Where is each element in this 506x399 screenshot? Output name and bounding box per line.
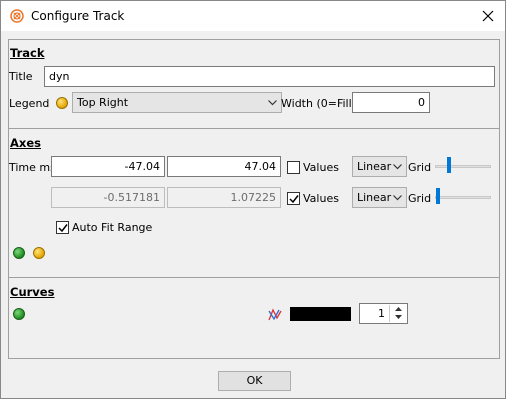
x-axis-label: Time ms xyxy=(9,161,56,174)
x-grid-label: Grid xyxy=(408,161,432,174)
x-grid-slider-track xyxy=(435,165,491,168)
track-section-title: Track xyxy=(10,46,45,60)
auto-fit-label: Auto Fit Range xyxy=(72,221,153,234)
x-min-input[interactable]: -47.04 xyxy=(51,156,165,177)
y-min-input[interactable]: -0.517181 xyxy=(51,187,165,208)
line-width-value: 1 xyxy=(378,307,385,320)
configure-track-dialog: Configure Track Track Title dyn Legend T… xyxy=(0,0,506,399)
track-divider xyxy=(9,128,499,129)
width-label: Width (0=Fill) xyxy=(281,97,356,110)
width-input[interactable]: 0 xyxy=(352,92,430,113)
x-scale-select[interactable]: Linear xyxy=(352,156,407,177)
y-values-label: Values xyxy=(303,192,339,205)
target-icon xyxy=(10,9,24,23)
x-scale-value: Linear xyxy=(357,160,392,173)
chevron-up-icon xyxy=(395,307,402,311)
y-values-checkbox[interactable] xyxy=(287,192,300,205)
ok-button[interactable]: OK xyxy=(218,371,291,391)
y-grid-label: Grid xyxy=(408,192,432,205)
close-icon xyxy=(482,10,494,22)
title-bar: Configure Track xyxy=(1,1,505,31)
checkmark-icon xyxy=(58,224,68,233)
y-max-input[interactable]: 1.07225 xyxy=(167,187,281,208)
chevron-down-icon xyxy=(268,100,277,106)
title-label: Title xyxy=(9,70,33,83)
settings-panel: Track Title dyn Legend Top Right Width (… xyxy=(8,39,500,359)
axes-divider xyxy=(9,277,499,278)
y-scale-value: Linear xyxy=(357,191,392,204)
y-grid-slider[interactable] xyxy=(436,188,440,204)
line-width-stepper[interactable]: 1 xyxy=(359,303,408,324)
green-curve-icon[interactable] xyxy=(13,308,25,320)
y-grid-slider-track xyxy=(435,196,491,199)
stepper-down-button[interactable] xyxy=(390,313,406,321)
yellow-dot-icon xyxy=(56,97,68,109)
chevron-down-icon xyxy=(393,164,402,170)
x-values-label: Values xyxy=(303,161,339,174)
legend-select[interactable]: Top Right xyxy=(72,92,282,113)
line-color-swatch[interactable] xyxy=(290,307,351,321)
auto-fit-checkbox[interactable] xyxy=(56,221,69,234)
legend-select-value: Top Right xyxy=(77,96,129,109)
window-title: Configure Track xyxy=(31,9,125,23)
chevron-down-icon xyxy=(393,195,402,201)
chevron-down-icon xyxy=(395,315,402,319)
stepper-buttons xyxy=(389,305,406,322)
yellow-status-icon[interactable] xyxy=(33,247,45,259)
x-grid-slider[interactable] xyxy=(447,157,451,173)
y-scale-select[interactable]: Linear xyxy=(352,187,407,208)
green-status-icon[interactable] xyxy=(13,247,25,259)
curves-section-title: Curves xyxy=(10,285,55,299)
legend-label: Legend xyxy=(9,97,50,110)
curve-style-icon[interactable] xyxy=(267,307,283,323)
checkmark-icon xyxy=(289,195,299,204)
title-input[interactable]: dyn xyxy=(44,66,495,87)
x-max-input[interactable]: 47.04 xyxy=(167,156,281,177)
x-values-checkbox[interactable] xyxy=(287,161,300,174)
axes-section-title: Axes xyxy=(10,136,41,150)
stepper-up-button[interactable] xyxy=(390,305,406,313)
close-button[interactable] xyxy=(471,1,505,31)
